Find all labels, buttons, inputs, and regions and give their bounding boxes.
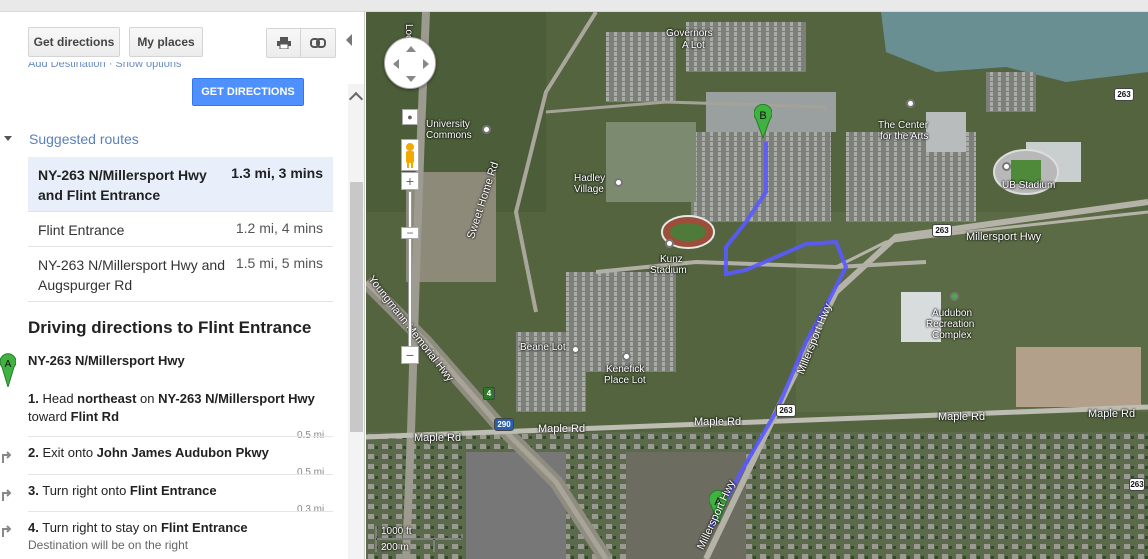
options-links-cutoff[interactable]: Add Destination · Show options — [28, 62, 181, 72]
suggested-routes-heading[interactable]: Suggested routes — [29, 131, 139, 147]
turn-right-icon — [2, 489, 12, 501]
earth-toggle-icon[interactable]: ● — [402, 109, 418, 125]
road-label: Maple Rd — [538, 423, 586, 435]
collapse-triangle-icon[interactable] — [4, 136, 12, 141]
map-label: for the Arts — [880, 131, 929, 142]
map-label: Hadley — [574, 173, 606, 184]
route-name: NY-263 N/Millersport Hwy and Augspurger … — [38, 257, 225, 293]
route-name: Flint Entrance — [38, 222, 125, 238]
start-marker-icon: A — [0, 353, 16, 387]
direction-step[interactable]: 3. Turn right onto Flint Entrance — [28, 482, 333, 500]
start-location: NY-263 N/Millersport Hwy — [28, 353, 185, 368]
link-button[interactable] — [300, 28, 336, 58]
route-shield: 263 — [1114, 88, 1134, 101]
poi-icon[interactable] — [1002, 162, 1011, 171]
road-label: Maple Rd — [938, 411, 986, 423]
direction-step[interactable]: 4. Turn right to stay on Flint Entrance — [28, 519, 333, 537]
step-distance: 0.3 mi — [297, 504, 325, 515]
map-scale: 1000 ft 200 m — [374, 524, 464, 554]
zoom-in-button[interactable]: + — [401, 172, 419, 190]
route-option[interactable]: NY-263 N/Millersport Hwy and Flint Entra… — [28, 157, 333, 212]
interstate-shield: 290 — [494, 418, 514, 431]
svg-text:B: B — [759, 110, 766, 122]
svg-text:A: A — [5, 359, 12, 370]
route-distance: 1.2 mi, 4 mins — [235, 220, 323, 236]
get-directions-tab-button[interactable]: Get directions — [28, 27, 120, 57]
exit-shield: 4 — [483, 387, 495, 400]
map-label: UB Stadium — [1002, 180, 1056, 191]
print-button[interactable] — [266, 28, 301, 58]
route-name: NY-263 N/Millersport Hwy and Flint Entra… — [38, 167, 207, 203]
turn-right-icon — [2, 451, 12, 463]
link-icon — [310, 38, 326, 48]
map-label: Kunz — [660, 254, 683, 265]
scrollbar-thumb[interactable] — [350, 182, 363, 432]
poi-icon[interactable] — [614, 178, 623, 187]
map-label: The Center — [878, 120, 929, 131]
satellite-map[interactable]: B A Governors A Lot University Commons T… — [366, 12, 1148, 559]
map-label: Recreation — [926, 319, 975, 330]
my-places-button[interactable]: My places — [129, 27, 203, 57]
panel-scrollbar[interactable] — [348, 84, 364, 559]
step-divider — [28, 511, 333, 512]
map-label: Complex — [932, 330, 972, 341]
road-label: Maple Rd — [1088, 408, 1136, 420]
map-label: Kenefick — [606, 364, 645, 375]
map-label: Audubon — [932, 308, 973, 319]
browser-top-strip — [0, 0, 1148, 12]
driving-directions-title: Driving directions to Flint Entrance — [28, 318, 312, 337]
collapse-panel-icon[interactable] — [346, 34, 352, 46]
map-label: University — [426, 119, 470, 130]
poi-icon[interactable] — [571, 345, 580, 354]
road-label: Maple Rd — [414, 432, 462, 444]
pegman-icon[interactable] — [401, 139, 419, 171]
map-label: Beane Lot — [520, 342, 566, 353]
map-label: Place Lot — [604, 375, 646, 386]
road-label: Maple Rd — [694, 416, 742, 428]
scale-meters: 200 m — [381, 542, 409, 553]
destination-marker-b[interactable]: B — [754, 104, 772, 138]
route-option[interactable]: NY-263 N/Millersport Hwy and Augspurger … — [28, 247, 333, 302]
step-distance: 0.5 mi — [297, 467, 325, 478]
zoom-slider-handle[interactable]: − — [401, 226, 419, 240]
map-label: A Lot — [682, 40, 705, 51]
poi-icon[interactable] — [665, 239, 674, 248]
scale-feet: 1000 ft — [381, 526, 412, 537]
destination-note: Destination will be on the right — [28, 538, 189, 552]
zoom-out-button[interactable]: − — [401, 346, 419, 364]
map-label: Stadium — [650, 265, 687, 276]
route-distance: 1.5 mi, 5 mins — [235, 255, 323, 271]
print-icon — [276, 37, 291, 49]
map-label: Village — [574, 184, 604, 195]
step-divider — [28, 474, 333, 475]
poi-icon[interactable] — [906, 99, 915, 108]
direction-step[interactable]: 2. Exit onto John James Audubon Pkwy — [28, 444, 333, 462]
poi-icon[interactable] — [622, 352, 631, 361]
turn-right-icon — [2, 525, 12, 537]
map-imagery — [366, 12, 1148, 559]
get-directions-button[interactable]: GET DIRECTIONS — [192, 78, 304, 106]
map-label: Governors — [666, 28, 713, 39]
step-divider — [28, 436, 333, 437]
route-shield: 263 — [932, 224, 952, 237]
direction-step[interactable]: 1. Head northeast on NY-263 N/Millerspor… — [28, 390, 333, 426]
route-shield: 263 — [776, 404, 796, 417]
park-icon[interactable] — [950, 292, 959, 301]
route-distance: 1.3 mi, 3 mins — [231, 165, 323, 181]
route-shield: 263 — [1129, 478, 1145, 491]
directions-panel: Get directions My places Add Destination… — [0, 12, 365, 559]
road-label: Millersport Hwy — [966, 231, 1042, 243]
pan-arrows-icon — [393, 46, 429, 82]
scroll-up-icon[interactable] — [348, 91, 364, 107]
poi-icon[interactable] — [482, 125, 491, 134]
pan-control[interactable] — [384, 37, 436, 89]
route-option[interactable]: Flint Entrance 1.2 mi, 4 mins — [28, 212, 333, 247]
zoom-slider-track[interactable] — [408, 191, 412, 356]
map-label: Commons — [426, 130, 472, 141]
